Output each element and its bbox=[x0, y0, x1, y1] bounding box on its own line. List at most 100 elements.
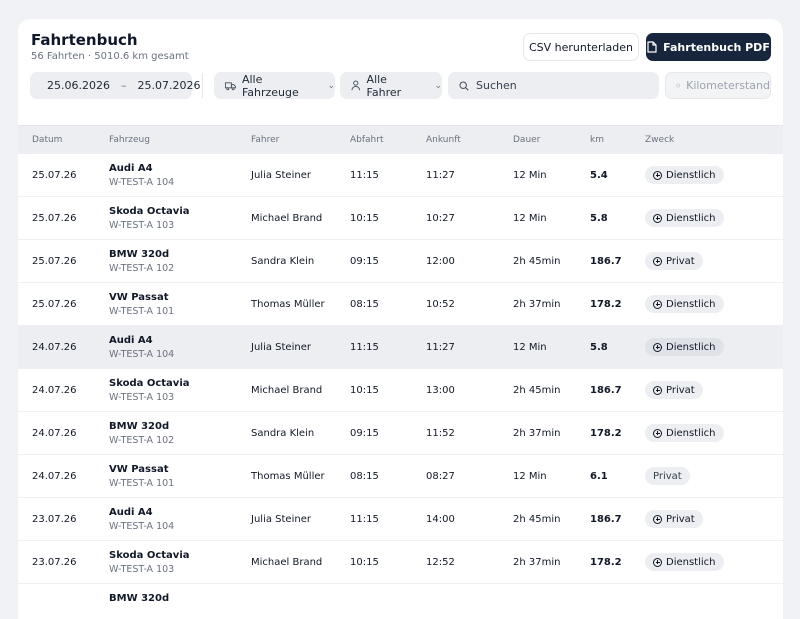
plus-circle-icon bbox=[653, 299, 662, 309]
trip-km: 178.2 bbox=[590, 428, 622, 439]
driver-name: Michael Brand bbox=[251, 213, 323, 224]
trip-date: 24.07.26 bbox=[32, 428, 77, 439]
column-header-purpose[interactable]: Zweck bbox=[645, 135, 674, 145]
driver-name: Michael Brand bbox=[251, 557, 323, 568]
search-placeholder: Suchen bbox=[476, 79, 517, 92]
table-row[interactable]: 25.07.26 VW Passat W-TEST-A 101 Thomas Müll… bbox=[18, 283, 783, 326]
trip-table-body: 25.07.26 Audi A4 W-TEST-A 104 Julia Steiner… bbox=[18, 154, 783, 619]
departure-time: 10:15 bbox=[350, 385, 379, 396]
purpose-label: Dienstlich bbox=[666, 556, 716, 568]
vehicle-plate: W-TEST-A 104 bbox=[109, 349, 175, 360]
trip-date: 23.07.26 bbox=[32, 557, 77, 568]
trip-date: 24.07.26 bbox=[32, 471, 77, 482]
vehicle-plate: W-TEST-A 103 bbox=[109, 564, 175, 575]
driver-name: Thomas Müller bbox=[251, 471, 325, 482]
arrival-time: 10:27 bbox=[426, 213, 455, 224]
trip-km: 5.8 bbox=[590, 342, 608, 353]
vehicle-name: VW Passat bbox=[109, 292, 169, 303]
vehicle-name: Audi A4 bbox=[109, 507, 153, 518]
purpose-badge: Privat bbox=[645, 252, 703, 270]
arrival-time: 11:27 bbox=[426, 342, 455, 353]
table-row[interactable]: BMW 320d bbox=[18, 584, 783, 619]
odometer-button[interactable]: Kilometerstand bbox=[665, 72, 771, 99]
document-icon bbox=[647, 41, 657, 53]
arrival-time: 11:52 bbox=[426, 428, 455, 439]
vehicle-plate: W-TEST-A 101 bbox=[109, 306, 175, 317]
purpose-badge: Privat bbox=[645, 510, 703, 528]
purpose-badge: Dienstlich bbox=[645, 553, 724, 571]
column-header-departure[interactable]: Abfahrt bbox=[350, 135, 384, 145]
date-from: 25.06.2026 bbox=[47, 79, 110, 92]
trip-date: 25.07.26 bbox=[32, 170, 77, 181]
search-icon bbox=[459, 80, 469, 91]
date-to: 25.07.2026 bbox=[137, 79, 201, 92]
trip-duration: 2h 45min bbox=[513, 514, 561, 525]
purpose-badge: Dienstlich bbox=[645, 338, 724, 356]
search-input[interactable]: Suchen bbox=[448, 72, 659, 99]
trip-km: 186.7 bbox=[590, 385, 622, 396]
trip-duration: 12 Min bbox=[513, 342, 547, 353]
purpose-badge: Dienstlich bbox=[645, 209, 724, 227]
table-row[interactable]: 23.07.26 Skoda Octavia W-TEST-A 103 Michael… bbox=[18, 541, 783, 584]
column-header-duration[interactable]: Dauer bbox=[513, 135, 540, 145]
odometer-label: Kilometerstand bbox=[686, 79, 770, 92]
trip-km: 186.7 bbox=[590, 256, 622, 267]
vehicle-name: Skoda Octavia bbox=[109, 206, 190, 217]
trip-duration: 12 Min bbox=[513, 213, 547, 224]
arrival-time: 10:52 bbox=[426, 299, 455, 310]
plus-circle-icon bbox=[653, 428, 662, 438]
plus-circle-icon bbox=[653, 256, 662, 266]
date-range-picker[interactable]: 25.06.2026 – 25.07.2026 bbox=[30, 72, 200, 99]
driver-name: Julia Steiner bbox=[251, 170, 311, 181]
table-row[interactable]: 24.07.26 Audi A4 W-TEST-A 104 Julia Steiner… bbox=[18, 326, 783, 369]
vehicle-plate: W-TEST-A 103 bbox=[109, 392, 175, 403]
table-row[interactable]: 25.07.26 Skoda Octavia W-TEST-A 103 Michael… bbox=[18, 197, 783, 240]
purpose-badge: Privat bbox=[645, 467, 690, 485]
driver-filter-select[interactable]: Alle Fahrer ⌄ bbox=[340, 72, 442, 99]
vehicle-name: Audi A4 bbox=[109, 163, 153, 174]
table-row[interactable]: 23.07.26 Audi A4 W-TEST-A 104 Julia Steiner… bbox=[18, 498, 783, 541]
purpose-label: Dienstlich bbox=[666, 169, 716, 181]
date-separator: – bbox=[120, 79, 127, 92]
truck-icon bbox=[225, 81, 236, 90]
table-row[interactable]: 24.07.26 VW Passat W-TEST-A 101 Thomas Müll… bbox=[18, 455, 783, 498]
trip-duration: 2h 37min bbox=[513, 557, 561, 568]
arrival-time: 12:00 bbox=[426, 256, 455, 267]
trip-duration: 12 Min bbox=[513, 170, 547, 181]
table-row[interactable]: 25.07.26 Audi A4 W-TEST-A 104 Julia Steiner… bbox=[18, 154, 783, 197]
plus-circle-icon bbox=[653, 385, 662, 395]
gauge-icon bbox=[676, 83, 680, 88]
departure-time: 10:15 bbox=[350, 213, 379, 224]
csv-download-button[interactable]: CSV herunterladen bbox=[523, 33, 639, 61]
table-row[interactable]: 24.07.26 Skoda Octavia W-TEST-A 103 Michael… bbox=[18, 369, 783, 412]
vehicle-name: BMW 320d bbox=[109, 421, 170, 432]
column-header-date[interactable]: Datum bbox=[32, 135, 62, 145]
column-header-arrival[interactable]: Ankunft bbox=[426, 135, 461, 145]
trip-km: 6.1 bbox=[590, 471, 608, 482]
trip-date: 25.07.26 bbox=[32, 299, 77, 310]
column-header-km[interactable]: km bbox=[590, 135, 604, 145]
table-row[interactable]: 24.07.26 BMW 320d W-TEST-A 102 Sandra Klein… bbox=[18, 412, 783, 455]
pdf-export-button[interactable]: Fahrtenbuch PDF bbox=[646, 33, 771, 61]
purpose-label: Dienstlich bbox=[666, 212, 716, 224]
trip-date: 23.07.26 bbox=[32, 514, 77, 525]
table-header: Datum Fahrzeug Fahrer Abfahrt Ankunft Da… bbox=[18, 125, 783, 154]
vehicle-name: BMW 320d bbox=[109, 593, 170, 604]
trip-duration: 2h 45min bbox=[513, 256, 561, 267]
vehicle-name: VW Passat bbox=[109, 464, 169, 475]
trip-duration: 2h 37min bbox=[513, 299, 561, 310]
vehicle-filter-select[interactable]: Alle Fahrzeuge ⌄ bbox=[214, 72, 335, 99]
departure-time: 10:15 bbox=[350, 557, 379, 568]
table-row[interactable]: 25.07.26 BMW 320d W-TEST-A 102 Sandra Klein… bbox=[18, 240, 783, 283]
arrival-time: 14:00 bbox=[426, 514, 455, 525]
trip-km: 5.4 bbox=[590, 170, 608, 181]
column-header-vehicle[interactable]: Fahrzeug bbox=[109, 135, 150, 145]
driver-name: Sandra Klein bbox=[251, 256, 315, 267]
column-header-driver[interactable]: Fahrer bbox=[251, 135, 279, 145]
trip-km: 186.7 bbox=[590, 514, 622, 525]
purpose-badge: Dienstlich bbox=[645, 166, 724, 184]
purpose-label: Privat bbox=[666, 384, 695, 396]
purpose-badge: Privat bbox=[645, 381, 703, 399]
departure-time: 09:15 bbox=[350, 428, 379, 439]
driver-name: Thomas Müller bbox=[251, 299, 325, 310]
